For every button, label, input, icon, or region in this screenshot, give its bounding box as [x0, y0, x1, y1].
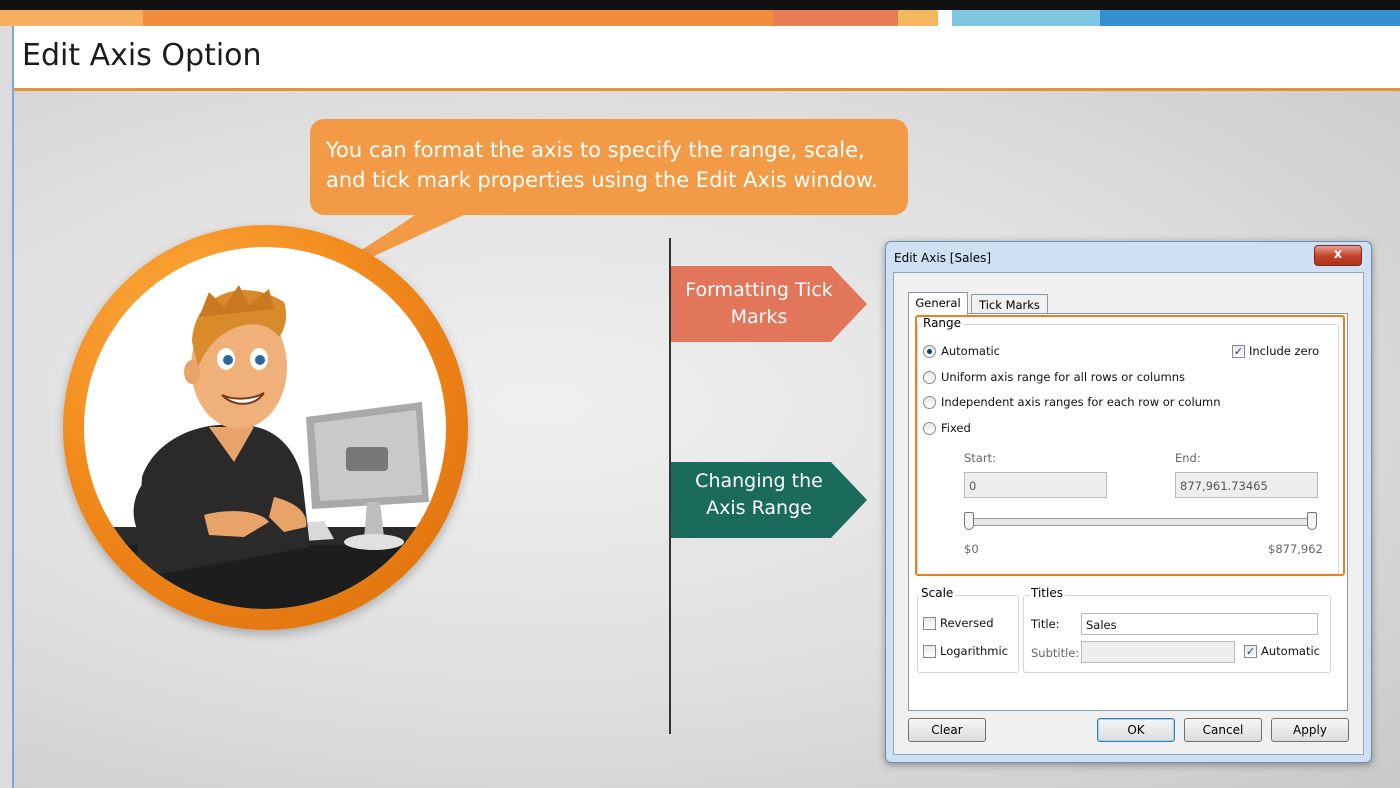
dialog-title: Edit Axis [Sales]: [894, 251, 992, 265]
title-label: Title:: [1031, 617, 1060, 631]
subtitle-label: Subtitle:: [1031, 646, 1080, 660]
automatic-label: Automatic: [1261, 644, 1320, 658]
reversed-label: Reversed: [940, 616, 994, 630]
timeline-line: [669, 238, 671, 734]
apply-button[interactable]: Apply: [1271, 718, 1349, 742]
changing-axis-range-label: Changing the Axis Range: [695, 470, 823, 519]
logarithmic-checkbox[interactable]: [923, 645, 936, 658]
speech-text: You can format the axis to specify the r…: [326, 138, 878, 192]
speech-bubble: You can format the axis to specify the r…: [310, 119, 908, 215]
formatting-tick-marks-label: Formatting Tick Marks: [685, 279, 833, 328]
titles-group-title: Titles: [1029, 586, 1065, 600]
slide-header: Edit Axis Option: [14, 26, 1400, 91]
subtitle-input[interactable]: [1081, 641, 1235, 663]
reversed-checkbox[interactable]: [923, 617, 936, 630]
tab-tick-marks[interactable]: Tick Marks: [971, 294, 1048, 315]
range-highlight-box: [915, 315, 1345, 576]
automatic-checkbox[interactable]: ✓: [1244, 645, 1257, 658]
color-stripes: [0, 10, 1400, 26]
logarithmic-label: Logarithmic: [940, 644, 1009, 658]
clear-button[interactable]: Clear: [908, 718, 986, 742]
cancel-button[interactable]: Cancel: [1184, 718, 1262, 742]
avatar: [84, 247, 446, 609]
slide-title: Edit Axis Option: [22, 38, 262, 73]
title-input[interactable]: Sales: [1081, 613, 1318, 635]
close-icon[interactable]: x: [1314, 245, 1362, 266]
tab-general[interactable]: General: [908, 292, 968, 315]
scale-group-title: Scale: [919, 586, 956, 600]
top-bar: [0, 0, 1400, 10]
ok-button[interactable]: OK: [1097, 718, 1175, 742]
scale-group: [917, 595, 1019, 673]
character-illustration: [84, 285, 446, 609]
